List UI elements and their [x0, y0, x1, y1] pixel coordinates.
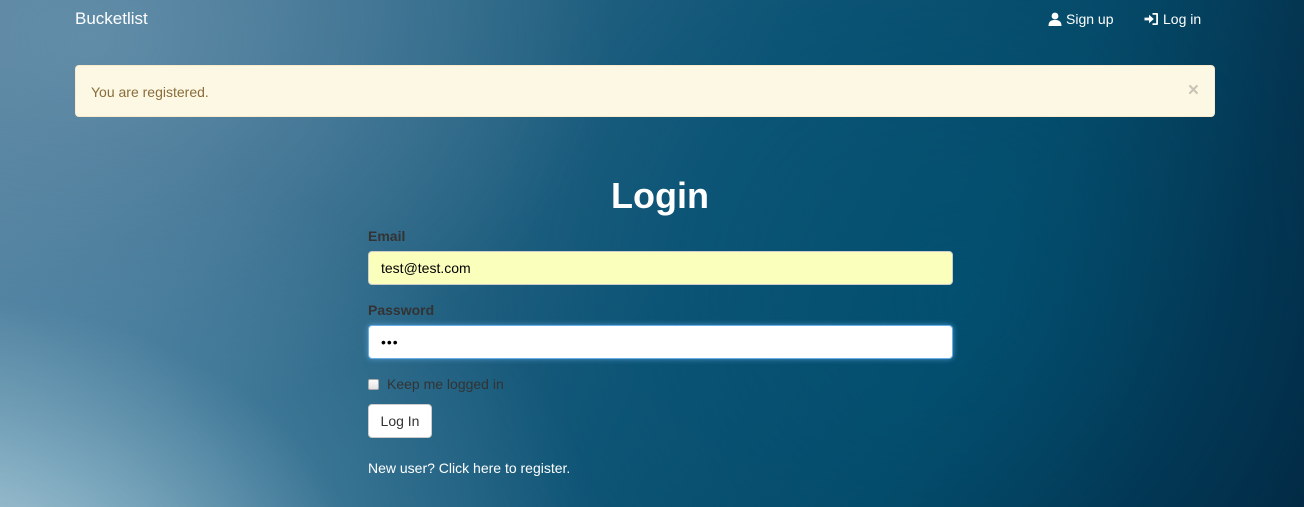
- login-label: Log in: [1163, 11, 1202, 27]
- user-icon: [1048, 12, 1062, 26]
- alert-message: You are registered.: [91, 84, 209, 100]
- log-in-icon: [1144, 12, 1159, 26]
- register-link[interactable]: New user? Click here to register.: [368, 459, 570, 477]
- remember-me-row: Keep me logged in: [368, 375, 504, 393]
- email-label: Email: [368, 228, 406, 244]
- brand-link[interactable]: Bucketlist: [75, 9, 148, 29]
- remember-me-checkbox[interactable]: [368, 378, 379, 390]
- close-icon[interactable]: ×: [1188, 80, 1199, 102]
- signup-label: Sign up: [1066, 11, 1114, 27]
- navbar: Bucketlist Sign up Log in: [0, 0, 1304, 38]
- password-label: Password: [368, 302, 435, 318]
- login-button[interactable]: Log In: [368, 404, 432, 438]
- login-link[interactable]: Log in: [1144, 10, 1201, 28]
- signup-link[interactable]: Sign up: [1048, 10, 1113, 28]
- password-field[interactable]: [368, 325, 953, 359]
- email-field[interactable]: [368, 251, 953, 285]
- remember-me-label: Keep me logged in: [387, 376, 504, 392]
- page-title: Login: [611, 175, 709, 216]
- success-alert: You are registered. ×: [75, 65, 1215, 117]
